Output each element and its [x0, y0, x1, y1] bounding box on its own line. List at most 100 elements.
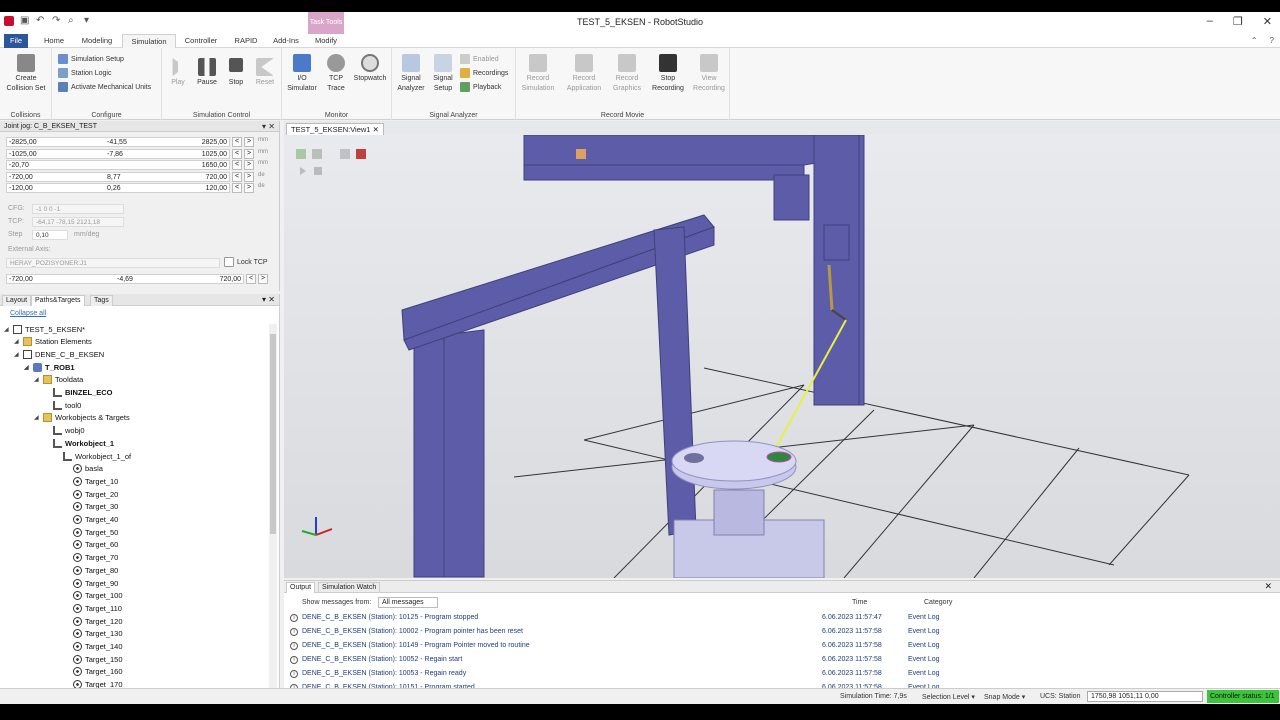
tree-item[interactable]: basla: [64, 463, 103, 475]
joint-jog-row[interactable]: -20,70 1650,00 < > mm: [6, 160, 270, 170]
pin-icon[interactable]: ▾: [262, 295, 266, 304]
tcp-trace-button[interactable]: TCP Trace: [322, 54, 350, 94]
output-message-row[interactable]: i DENE_C_B_EKSEN (Station): 10052 - Regai…: [288, 653, 1268, 667]
expand-toggle-icon[interactable]: ◢: [34, 376, 40, 383]
pin-icon[interactable]: ▾: [262, 122, 266, 131]
record-graphics-button[interactable]: Record Graphics: [608, 54, 646, 94]
tree-item[interactable]: Target_70: [64, 552, 118, 564]
tree-item[interactable]: Target_160: [64, 666, 123, 678]
output-message-row[interactable]: i DENE_C_B_EKSEN (Station): 10002 - Progr…: [288, 625, 1268, 639]
expand-toggle-icon[interactable]: ◢: [4, 326, 10, 333]
tree-item[interactable]: Target_100: [64, 590, 123, 602]
simulation-setup-button[interactable]: Simulation Setup: [58, 54, 124, 64]
expand-toggle-icon[interactable]: ◢: [14, 351, 20, 358]
tab-tags[interactable]: Tags: [90, 295, 113, 306]
record-application-button[interactable]: Record Application: [562, 54, 606, 94]
external-axis-jog-row[interactable]: -720,00 -4,69 720,00 < >: [6, 274, 270, 284]
help-icon[interactable]: ?: [1270, 36, 1274, 45]
jog-right-arrow[interactable]: >: [244, 183, 254, 193]
selection-level-dropdown[interactable]: Selection Level ▾: [922, 693, 975, 701]
expand-toggle-icon[interactable]: ◢: [14, 338, 20, 345]
close-icon[interactable]: ✕: [268, 122, 275, 131]
jog-left-arrow[interactable]: <: [232, 183, 242, 193]
joint-slider[interactable]: -720,00 8,77 720,00: [6, 171, 230, 182]
expand-toggle-icon[interactable]: ◢: [34, 414, 40, 421]
activate-mechanical-units-button[interactable]: Activate Mechanical Units: [58, 82, 151, 92]
lock-tcp-checkbox[interactable]: Lock TCP: [224, 257, 268, 267]
joint-jog-row[interactable]: -720,00 8,77 720,00 < > de: [6, 171, 270, 182]
tree-item[interactable]: Target_10: [64, 475, 118, 487]
tree-item[interactable]: Target_30: [64, 501, 118, 513]
pause-button[interactable]: Pause: [194, 58, 220, 88]
jog-left-arrow[interactable]: <: [232, 171, 242, 182]
reset-button[interactable]: Reset: [252, 58, 278, 88]
tree-item[interactable]: Target_140: [64, 641, 123, 653]
tab-simulation-watch[interactable]: Simulation Watch: [318, 582, 381, 593]
station-logic-button[interactable]: Station Logic: [58, 68, 111, 78]
close-icon[interactable]: ✕: [1264, 581, 1272, 592]
record-simulation-button[interactable]: Record Simulation: [518, 54, 558, 94]
jog-left-arrow[interactable]: <: [246, 274, 256, 284]
tree-item[interactable]: Target_50: [64, 526, 118, 538]
view-recording-button[interactable]: View Recording: [690, 54, 728, 94]
category-column-header[interactable]: Category: [924, 599, 952, 606]
jog-right-arrow[interactable]: >: [258, 274, 268, 284]
io-simulator-button[interactable]: I/O Simulator: [284, 54, 320, 94]
tree-item[interactable]: ◢ Tooldata: [34, 374, 83, 386]
recordings-button[interactable]: Recordings: [460, 68, 508, 78]
tab-modeling[interactable]: Modeling: [78, 34, 116, 48]
tab-simulation[interactable]: Simulation: [122, 34, 176, 48]
maximize-icon[interactable]: ❐: [1233, 15, 1243, 28]
tree-item[interactable]: Target_110: [64, 602, 122, 614]
tab-home[interactable]: Home: [40, 34, 68, 48]
tab-add-ins[interactable]: Add-Ins: [270, 34, 302, 48]
stop-recording-button[interactable]: Stop Recording: [648, 54, 688, 94]
tree-item[interactable]: BINZEL_ECO: [44, 387, 113, 399]
joint-jog-row[interactable]: -2825,00 -41,55 2825,00 < > mm: [6, 137, 270, 147]
stopwatch-button[interactable]: Stopwatch: [350, 54, 390, 84]
tree-item[interactable]: Target_150: [64, 653, 123, 665]
tree-item[interactable]: Target_60: [64, 539, 118, 551]
message-filter-select[interactable]: All messages: [378, 597, 438, 608]
playback-button[interactable]: Playback: [460, 82, 501, 92]
minimize-ribbon-icon[interactable]: ⌃: [1251, 36, 1258, 45]
signal-analyzer-button[interactable]: Signal Analyzer: [394, 54, 428, 94]
tree-item[interactable]: Workobject_1: [44, 437, 114, 449]
stop-button[interactable]: Stop: [224, 58, 248, 88]
tab-layout[interactable]: Layout: [2, 295, 32, 306]
external-axis-select[interactable]: HERAY_POZISYONER:J1: [6, 258, 220, 268]
tab-controller[interactable]: Controller: [180, 34, 222, 48]
jog-right-arrow[interactable]: >: [244, 160, 254, 170]
tab-output[interactable]: Output: [286, 582, 316, 593]
output-message-row[interactable]: i DENE_C_B_EKSEN (Station): 10149 - Progr…: [288, 639, 1268, 653]
tree-item[interactable]: Workobject_1_of: [54, 450, 131, 462]
controller-status[interactable]: Controller status: 1/1: [1207, 690, 1279, 703]
expand-toggle-icon[interactable]: ◢: [24, 364, 30, 371]
step-input[interactable]: 0,10: [32, 230, 68, 240]
tree-item[interactable]: tool0: [44, 399, 81, 411]
tree-item[interactable]: Target_120: [64, 615, 123, 627]
signal-setup-button[interactable]: Signal Setup: [428, 54, 458, 94]
tab-file[interactable]: File: [4, 34, 28, 48]
output-message-row[interactable]: i DENE_C_B_EKSEN (Station): 10053 - Regai…: [288, 667, 1268, 681]
jog-left-arrow[interactable]: <: [232, 148, 242, 159]
time-column-header[interactable]: Time: [852, 599, 867, 606]
joint-slider[interactable]: -1025,00 -7,86 1025,00: [6, 148, 230, 159]
joint-slider[interactable]: -2825,00 -41,55 2825,00: [6, 137, 230, 147]
view-tab[interactable]: TEST_5_EKSEN:View1 ✕: [286, 123, 384, 135]
tree-item[interactable]: Target_80: [64, 564, 118, 576]
snap-mode-dropdown[interactable]: Snap Mode ▾: [984, 693, 1025, 701]
output-message-row[interactable]: i DENE_C_B_EKSEN (Station): 10125 - Progr…: [288, 611, 1268, 625]
joint-slider[interactable]: -20,70 1650,00: [6, 160, 230, 170]
jog-right-arrow[interactable]: >: [244, 137, 254, 147]
jog-right-arrow[interactable]: >: [244, 148, 254, 159]
close-icon[interactable]: ✕: [1263, 15, 1272, 28]
tree-item[interactable]: ◢ Station Elements: [14, 336, 92, 348]
play-button[interactable]: Play: [166, 58, 190, 88]
tree-item[interactable]: Target_20: [64, 488, 118, 500]
tree-item[interactable]: Target_40: [64, 514, 118, 526]
jog-left-arrow[interactable]: <: [232, 137, 242, 147]
tree-item[interactable]: wobj0: [44, 425, 85, 437]
tree-item[interactable]: ◢ TEST_5_EKSEN*: [4, 323, 85, 335]
joint-jog-row[interactable]: -120,00 0,26 120,00 < > de: [6, 183, 270, 193]
